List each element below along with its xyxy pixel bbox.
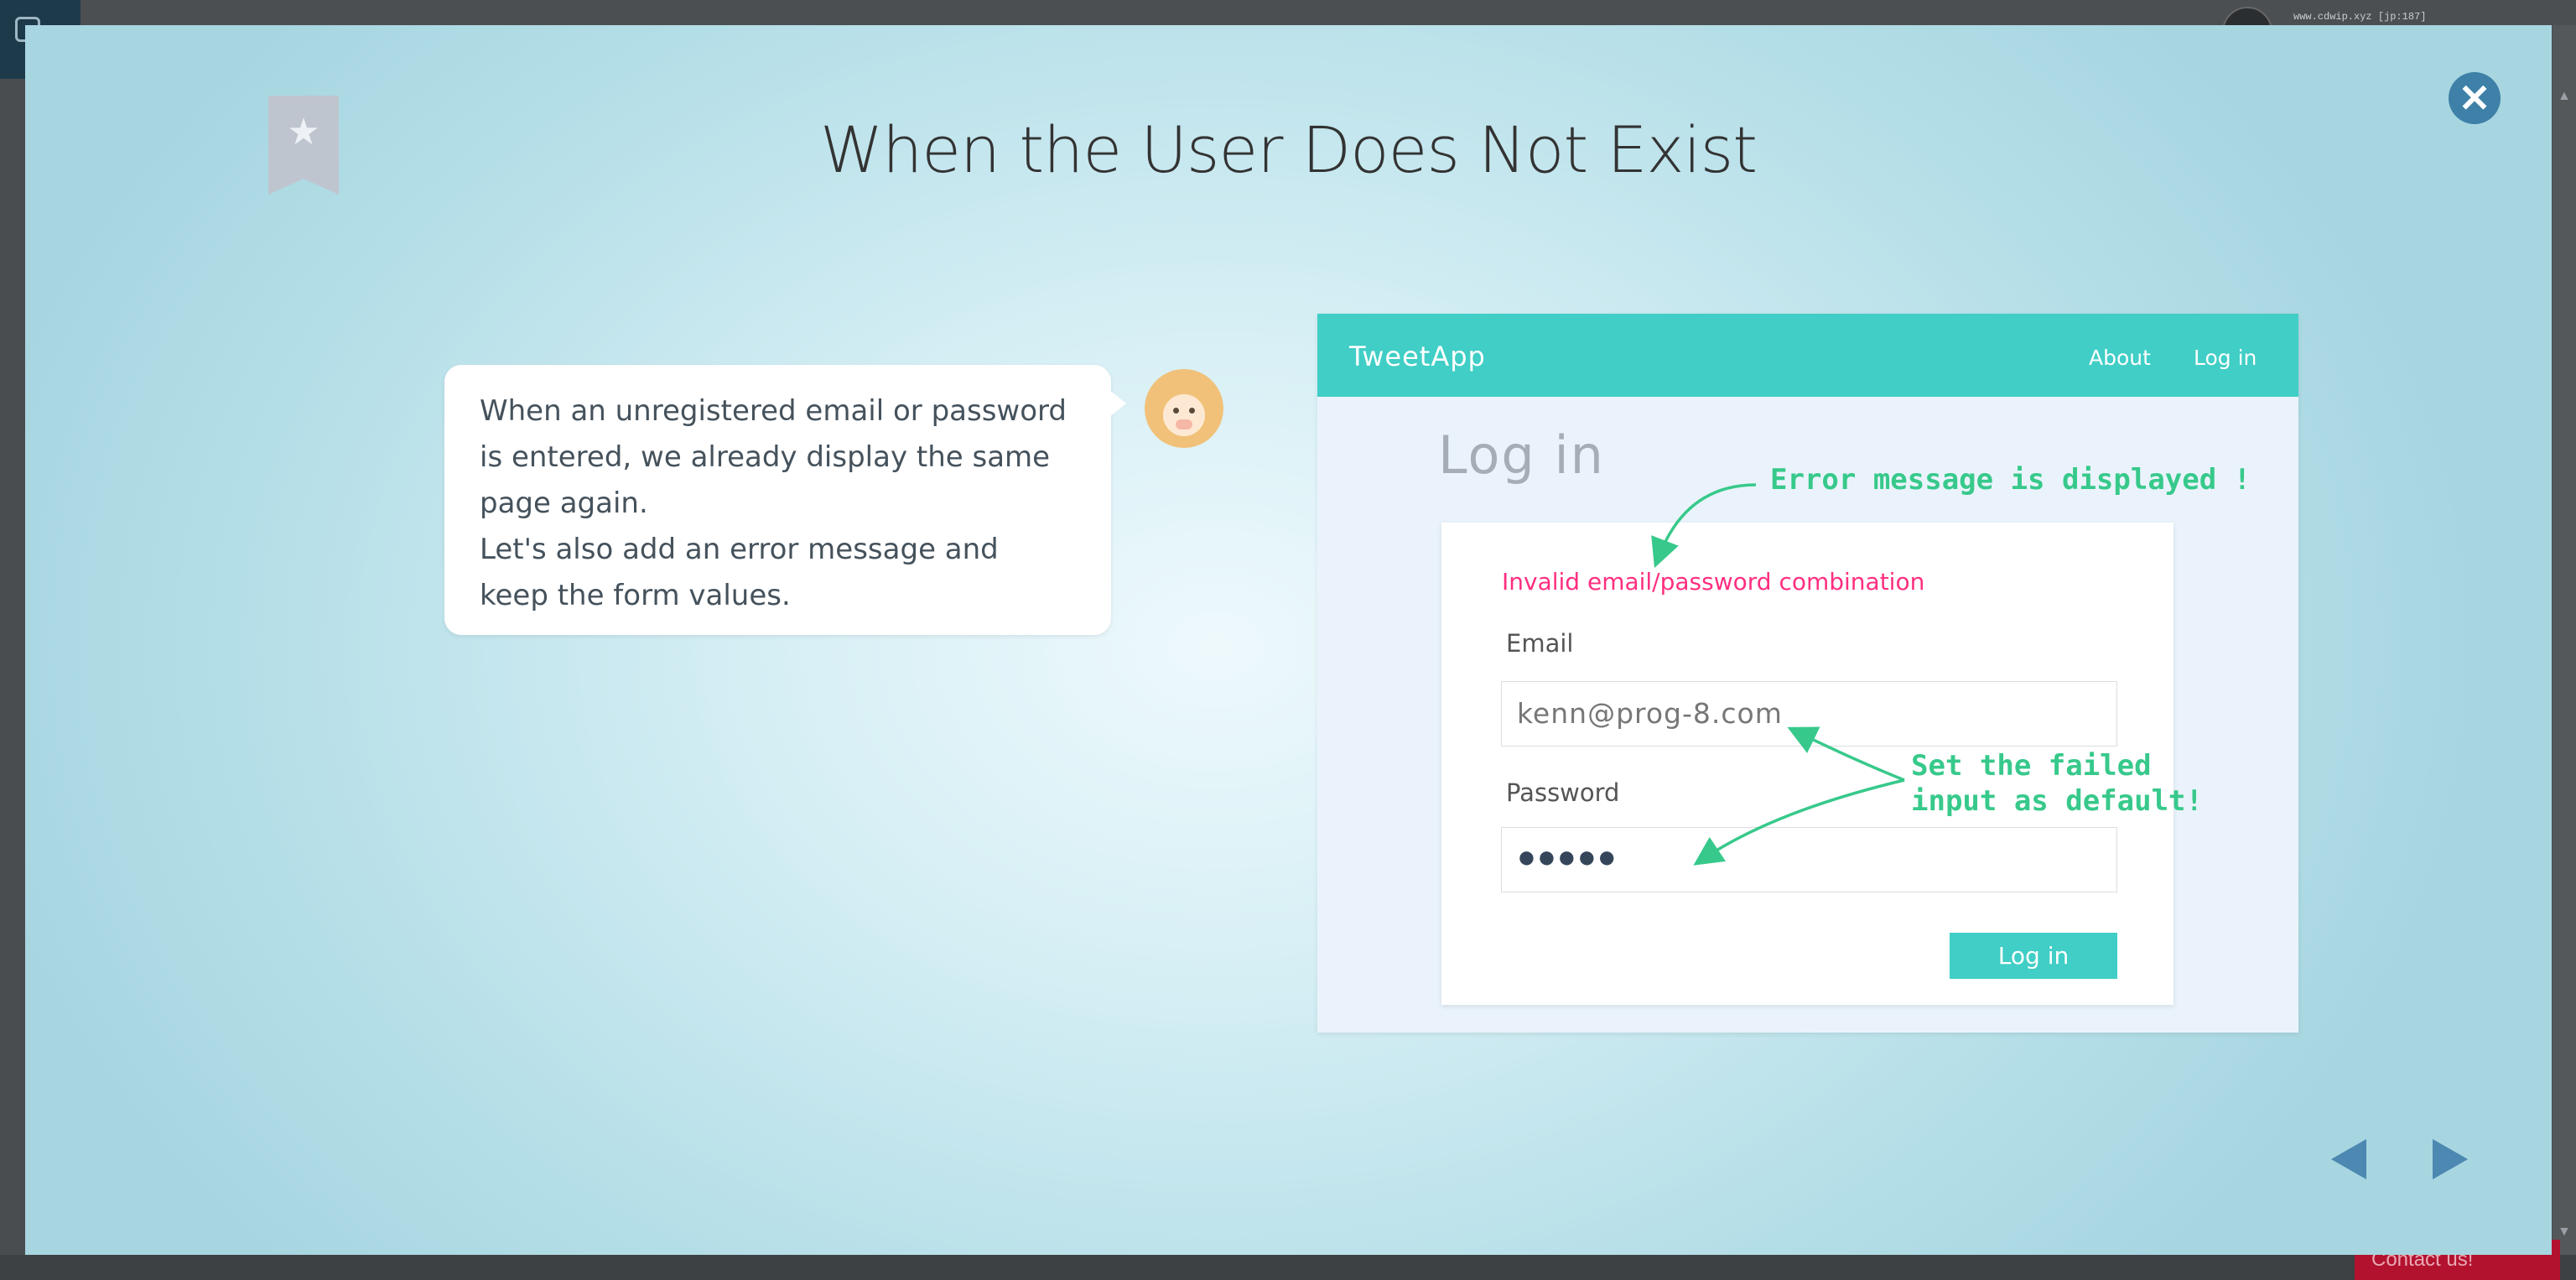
example-email-label: Email [1506,629,1574,658]
bubble-text-1: When an unregistered email or password i… [480,394,1067,520]
example-password-field: ●●●●● [1501,827,2117,892]
annotation-error: Error message is displayed ! [1770,463,2251,497]
sheep-avatar-icon [1145,369,1223,448]
example-password-label: Password [1506,778,1620,807]
previous-slide-icon[interactable] [2331,1139,2366,1179]
example-page-heading: Log in [1438,424,1605,486]
example-login-button: Log in [1950,933,2117,979]
speech-bubble: When an unregistered email or password i… [444,365,1126,635]
example-error-message: Invalid email/password combination [1502,568,1925,596]
example-email-value: kenn@prog-8.com [1517,697,1783,730]
background-bottom-bar [0,1255,2576,1280]
example-nav-login: Log in [2194,346,2257,370]
background-url-text: www.cdwip.xyz [jp:187] [2293,11,2427,23]
example-email-field: kenn@prog-8.com [1501,681,2117,747]
slide-modal: ★ When the User Does Not Exist ✕ When an… [25,25,2552,1255]
scroll-up-icon[interactable]: ▲ [2558,89,2571,104]
example-header: TweetApp About Log in [1317,314,2298,397]
scrollbar[interactable] [2553,25,2576,1255]
bubble-text-2: Let's also add an error message and keep… [480,533,999,612]
close-icon[interactable]: ✕ [2449,72,2501,124]
slide-title: When the User Does Not Exist [819,112,1758,187]
annotation-default-line1: Set the failed [1911,749,2152,783]
background-top-bar [0,0,2576,25]
example-nav-about: About [2089,346,2151,370]
example-password-value: ●●●●● [1517,840,1618,875]
next-slide-icon[interactable] [2433,1139,2468,1179]
annotation-default: Set the failed input as default! [1911,748,2203,819]
annotation-default-line2: input as default! [1911,784,2203,818]
example-screenshot: TweetApp About Log in Log in Error messa… [1317,314,2298,1033]
example-brand: TweetApp [1349,341,1486,372]
scroll-down-icon[interactable]: ▼ [2558,1225,2571,1240]
